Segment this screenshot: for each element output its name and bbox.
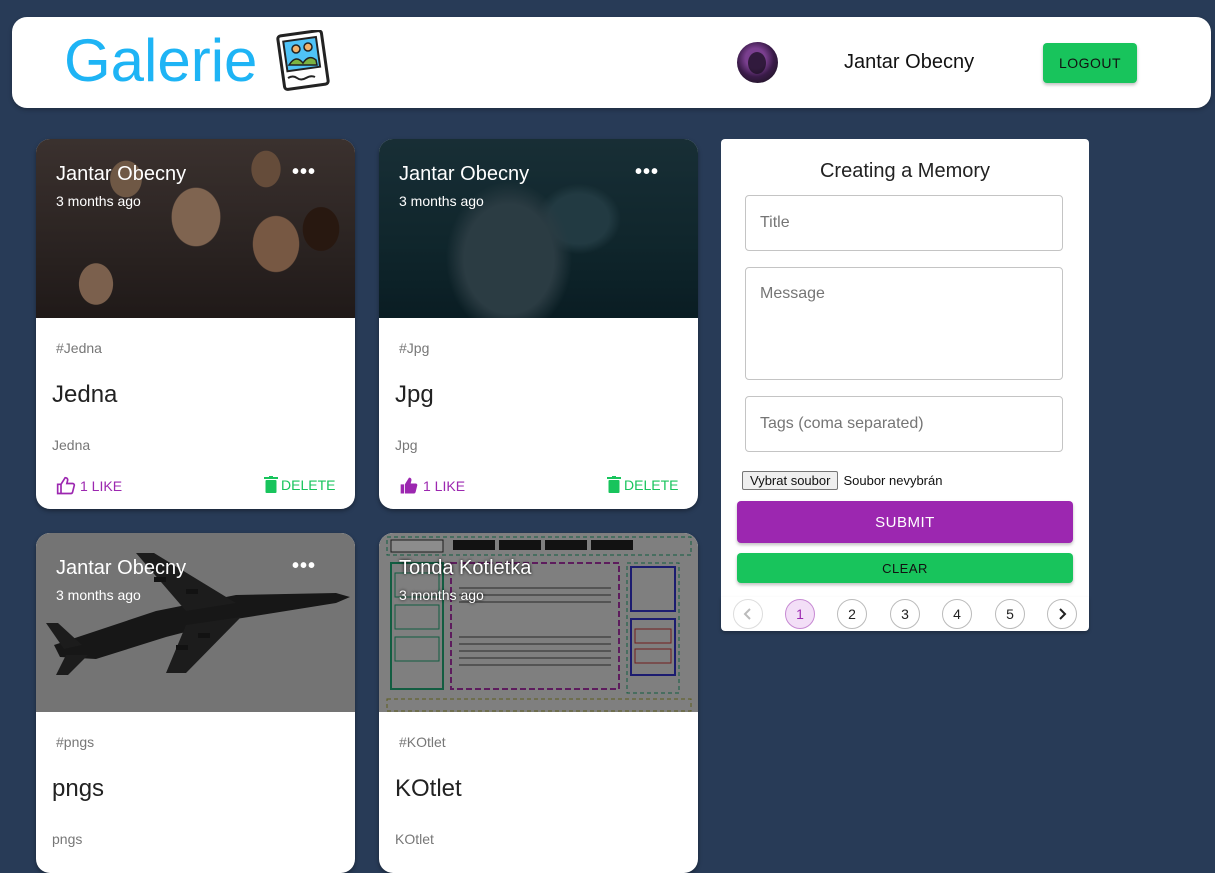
tags-placeholder: Tags (coma separated) — [760, 415, 924, 432]
post-card: Tonda Kotletka 3 months ago #KOtlet KOtl… — [379, 533, 698, 873]
post-author: Tonda Kotletka — [399, 557, 532, 579]
post-tags: #pngs — [56, 734, 95, 750]
submit-button[interactable]: SUBMIT — [737, 501, 1073, 543]
like-button[interactable]: 1 LIKE — [399, 476, 465, 496]
page-button-5[interactable]: 5 — [995, 599, 1025, 629]
post-author: Jantar Obecny — [56, 557, 187, 579]
file-input: Vybrat soubor Soubor nevybrán — [742, 471, 942, 490]
avatar[interactable] — [737, 42, 778, 83]
post-title: Jpg — [395, 381, 434, 408]
trash-icon — [264, 476, 278, 493]
page-button-2[interactable]: 2 — [837, 599, 867, 629]
username: Jantar Obecny — [844, 51, 975, 73]
post-card: Jantar Obecny 3 months ago ••• #pngs png… — [36, 533, 355, 873]
tags-input[interactable]: Tags (coma separated) — [745, 396, 1063, 452]
post-message: pngs — [52, 831, 83, 847]
more-options-icon[interactable]: ••• — [292, 161, 316, 184]
like-label: 1 LIKE — [80, 478, 123, 494]
logout-button[interactable]: LOGOUT — [1043, 43, 1137, 83]
more-options-icon[interactable]: ••• — [635, 161, 659, 184]
like-button[interactable]: 1 LIKE — [56, 476, 122, 496]
page-button-4[interactable]: 4 — [942, 599, 972, 629]
chevron-left-icon — [743, 608, 751, 620]
previous-page-button[interactable] — [733, 599, 763, 629]
post-time: 3 months ago — [399, 193, 484, 209]
post-author: Jantar Obecny — [399, 163, 530, 185]
post-author: Jantar Obecny — [56, 163, 187, 185]
more-options-icon[interactable]: ••• — [292, 555, 316, 578]
post-message: Jpg — [395, 437, 418, 453]
like-label: 1 LIKE — [423, 478, 466, 494]
post-title: Jedna — [52, 381, 118, 408]
choose-file-button[interactable]: Vybrat soubor — [742, 471, 839, 490]
clear-button[interactable]: CLEAR — [737, 553, 1073, 583]
brand: Galerie — [64, 29, 331, 93]
page-button-3[interactable]: 3 — [890, 599, 920, 629]
app-bar: Galerie Jantar Obecny LOGOUT — [12, 17, 1211, 108]
post-title: KOtlet — [395, 775, 462, 802]
post-tags: #KOtlet — [399, 734, 446, 750]
post-message: Jedna — [52, 437, 91, 453]
post-message: KOtlet — [395, 831, 434, 847]
post-time: 3 months ago — [56, 193, 141, 209]
title-placeholder: Title — [760, 214, 790, 231]
next-page-button[interactable] — [1047, 599, 1077, 629]
delete-button[interactable]: DELETE — [264, 476, 335, 493]
thumb-up-icon — [400, 477, 418, 494]
title-input[interactable]: Title — [745, 195, 1063, 251]
post-tags: #Jedna — [56, 340, 102, 356]
post-card: Jantar Obecny 3 months ago ••• #Jedna Je… — [36, 139, 355, 509]
pagination: 1 2 3 4 5 — [721, 597, 1089, 631]
thumb-up-icon — [56, 476, 76, 495]
form-title: Creating a Memory — [819, 160, 991, 182]
post-time: 3 months ago — [56, 587, 141, 603]
message-placeholder: Message — [760, 285, 825, 302]
delete-label: DELETE — [624, 476, 679, 493]
memory-form: Creating a Memory Title Message Tags (co… — [721, 139, 1089, 599]
message-input[interactable]: Message — [745, 267, 1063, 380]
file-status: Soubor nevybrán — [843, 473, 943, 488]
post-card: Jantar Obecny 3 months ago ••• #Jpg Jpg … — [379, 139, 698, 509]
post-tags: #Jpg — [399, 340, 430, 356]
page-button-1[interactable]: 1 — [785, 599, 815, 629]
delete-label: DELETE — [281, 476, 336, 493]
post-time: 3 months ago — [399, 587, 484, 603]
chevron-right-icon — [1059, 608, 1067, 620]
delete-button[interactable]: DELETE — [607, 476, 678, 493]
trash-icon — [607, 476, 621, 493]
brand-title: Galerie — [64, 27, 258, 94]
photo-frame-icon — [276, 30, 331, 91]
post-title: pngs — [52, 775, 105, 802]
